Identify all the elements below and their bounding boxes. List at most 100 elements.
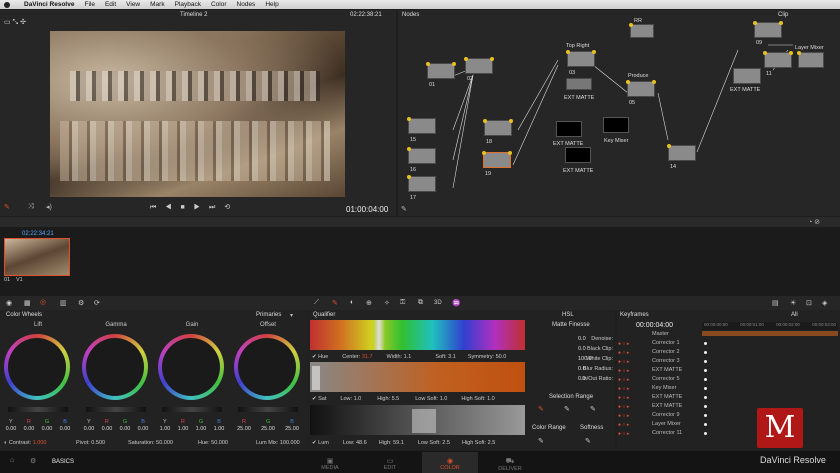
lights-icon[interactable]: ☀ — [790, 299, 796, 307]
menu-nodes[interactable]: Nodes — [237, 1, 256, 8]
node-19[interactable] — [482, 151, 512, 168]
kf-row-ext-matte-3[interactable]: EXT MATTE — [652, 403, 682, 409]
lum-low-value[interactable]: 48.6 — [356, 440, 367, 446]
menu-help[interactable]: Help — [265, 1, 278, 8]
qualifier-eyedropper-icon[interactable]: ✎ — [332, 299, 338, 307]
transport-controls[interactable]: ⏮◀■▶⏭⟲ — [150, 203, 239, 212]
key-icon[interactable]: ⚿ — [400, 299, 405, 307]
rgb-mixer-icon[interactable]: ▥ — [60, 299, 67, 307]
offset-r-value[interactable]: 25.00 — [237, 426, 251, 432]
contrast-value[interactable]: 1.000 — [33, 440, 47, 446]
kf-row-corrector-1[interactable]: Corrector 1 — [652, 340, 680, 346]
sat-qualifier-row[interactable]: ✔ Sat Low: 1.0 High: 5.5 Low Soft: 1.0 H… — [312, 396, 495, 402]
width-value[interactable]: 1.1 — [404, 354, 412, 360]
menu-view[interactable]: View — [126, 1, 140, 8]
kf-row-ext-matte-2[interactable]: EXT MATTE — [652, 394, 682, 400]
inout-ratio-value[interactable]: 0.0 — [578, 376, 586, 382]
viewer-tool-icons[interactable]: ▭ ⤡ ✣ — [4, 18, 26, 27]
settings-gear-icon[interactable]: ⚙ — [30, 457, 36, 465]
timeline-clip-thumbnail[interactable] — [4, 238, 70, 276]
menu-playback[interactable]: Playback — [175, 1, 201, 8]
node-matte-3[interactable] — [733, 68, 761, 84]
sat-lowsoft-value[interactable]: 1.0 — [440, 396, 448, 402]
keyframe-marker[interactable] — [704, 387, 707, 390]
node-14[interactable] — [667, 144, 696, 161]
nodes-clip-label[interactable]: Clip — [778, 12, 788, 18]
keyframe-marker[interactable] — [704, 423, 707, 426]
symmetry-value[interactable]: 50.0 — [496, 354, 507, 360]
timeline-zoom-icons[interactable]: ◔ ⊘ — [808, 218, 820, 226]
keyframes-filter[interactable]: All — [791, 312, 798, 318]
gamma-r-value[interactable]: 0.00 — [102, 426, 113, 432]
node-layer-mixer[interactable] — [797, 51, 824, 68]
tab-deliver[interactable]: ⛟ DELIVER — [490, 457, 530, 472]
scopes-icon[interactable]: ▤ — [772, 299, 779, 307]
color-match-icon[interactable]: ▦ — [24, 299, 31, 307]
key-mixer-node[interactable] — [603, 117, 629, 133]
kf-row-corrector-9[interactable]: Corrector 9 — [652, 412, 680, 418]
node-18[interactable] — [483, 119, 513, 136]
lum-strip[interactable] — [310, 405, 525, 435]
black-clip-value[interactable]: 0.0 — [578, 346, 586, 352]
node-09[interactable] — [753, 21, 783, 38]
gain-y-value[interactable]: 1.00 — [160, 426, 171, 432]
saturation-row[interactable]: Saturation: 50.000 — [128, 440, 173, 446]
gain-g-value[interactable]: 1.00 — [196, 426, 207, 432]
kf-row-master[interactable]: Master — [652, 331, 669, 337]
gamma-g-value[interactable]: 0.00 — [120, 426, 131, 432]
keyframe-marker[interactable] — [704, 405, 707, 408]
tab-media[interactable]: ▣ MEDIA — [310, 457, 350, 471]
wheel-gain[interactable]: Gain Y R G B 1.00 1.00 1.00 1.00 — [154, 320, 230, 435]
gain-r-value[interactable]: 1.00 — [178, 426, 189, 432]
matte-node-1[interactable] — [556, 121, 582, 137]
denoise-value[interactable]: 0.0 — [578, 336, 586, 342]
kf-row-corrector-5[interactable]: Corrector 5 — [652, 376, 680, 382]
info-icon[interactable]: ⊡ — [806, 299, 812, 307]
lift-y-value[interactable]: 0.00 — [6, 426, 17, 432]
wheel-lift[interactable]: Lift Y R G B 0.00 0.00 0.00 0.00 — [0, 320, 76, 435]
matte-node-2[interactable] — [565, 147, 591, 163]
gamma-master-slider[interactable] — [86, 407, 146, 412]
softness-picker-icon[interactable]: ✎ — [585, 437, 591, 445]
lummix-value[interactable]: 100.000 — [280, 440, 300, 446]
hue-row[interactable]: Hue: 50.000 — [198, 440, 228, 446]
node-02[interactable] — [464, 57, 494, 74]
offset-g-value[interactable]: 25.00 — [261, 426, 275, 432]
lift-r-value[interactable]: 0.00 — [24, 426, 35, 432]
hue-value[interactable]: 50.000 — [211, 440, 228, 446]
gamma-b-value[interactable]: 0.00 — [138, 426, 149, 432]
keyframe-marker[interactable] — [704, 378, 707, 381]
gain-wheel[interactable] — [158, 334, 224, 400]
node-15[interactable] — [407, 117, 436, 134]
sat-strip[interactable] — [310, 362, 525, 392]
lum-lowsoft-value[interactable]: 2.5 — [442, 440, 450, 446]
qualifier-mode[interactable]: HSL — [562, 312, 574, 318]
3d-icon[interactable]: 3D — [434, 300, 442, 306]
contrast-row[interactable]: ◐ Contrast: 1.000 — [4, 440, 46, 446]
node-03[interactable] — [566, 50, 596, 67]
lum-highsoft-value[interactable]: 2.5 — [488, 440, 496, 446]
kf-row-corrector-3[interactable]: Corrector 3 — [652, 358, 680, 364]
tracker-icon[interactable]: ⊕ — [366, 299, 372, 307]
workspace-basics[interactable]: BASICS — [52, 459, 74, 465]
gamma-y-value[interactable]: 0.00 — [84, 426, 95, 432]
lummix-row[interactable]: Lum Mix: 100.000 — [256, 440, 300, 446]
blur-radius-value[interactable]: 0.0 — [578, 366, 586, 372]
hue-qualifier-row[interactable]: ✔ Hue Center: 31.7 Width: 1.1 Soft: 3.1 … — [312, 354, 506, 360]
kf-row-icons[interactable]: ● ○ ▸ ● ○ ▸ ● ○ ▸ ● ○ ▸ ● ○ ▸ ● ○ ▸ ● ○ ▸ ● ○ ▸… — [618, 340, 648, 437]
home-icon[interactable]: ⌂ — [10, 457, 14, 464]
offset-wheel[interactable] — [234, 334, 300, 400]
menu-color[interactable]: Color — [211, 1, 227, 8]
pivot-row[interactable]: Pivot: 0.500 — [76, 440, 105, 446]
picker-icon[interactable]: ✎ — [538, 405, 544, 413]
menu-mark[interactable]: Mark — [150, 1, 164, 8]
lift-g-value[interactable]: 0.00 — [42, 426, 53, 432]
eyedropper-icon[interactable]: ✎ — [4, 203, 10, 211]
kf-row-ext-matte-1[interactable]: EXT MATTE — [652, 367, 682, 373]
white-clip-value[interactable]: 100.0 — [578, 356, 592, 362]
keyframe-marker[interactable] — [704, 414, 707, 417]
tab-color[interactable]: ◉ COLOR — [430, 457, 470, 471]
node-17[interactable] — [407, 175, 436, 192]
node-rr[interactable] — [629, 23, 654, 38]
center-value[interactable]: 31.7 — [362, 354, 373, 360]
